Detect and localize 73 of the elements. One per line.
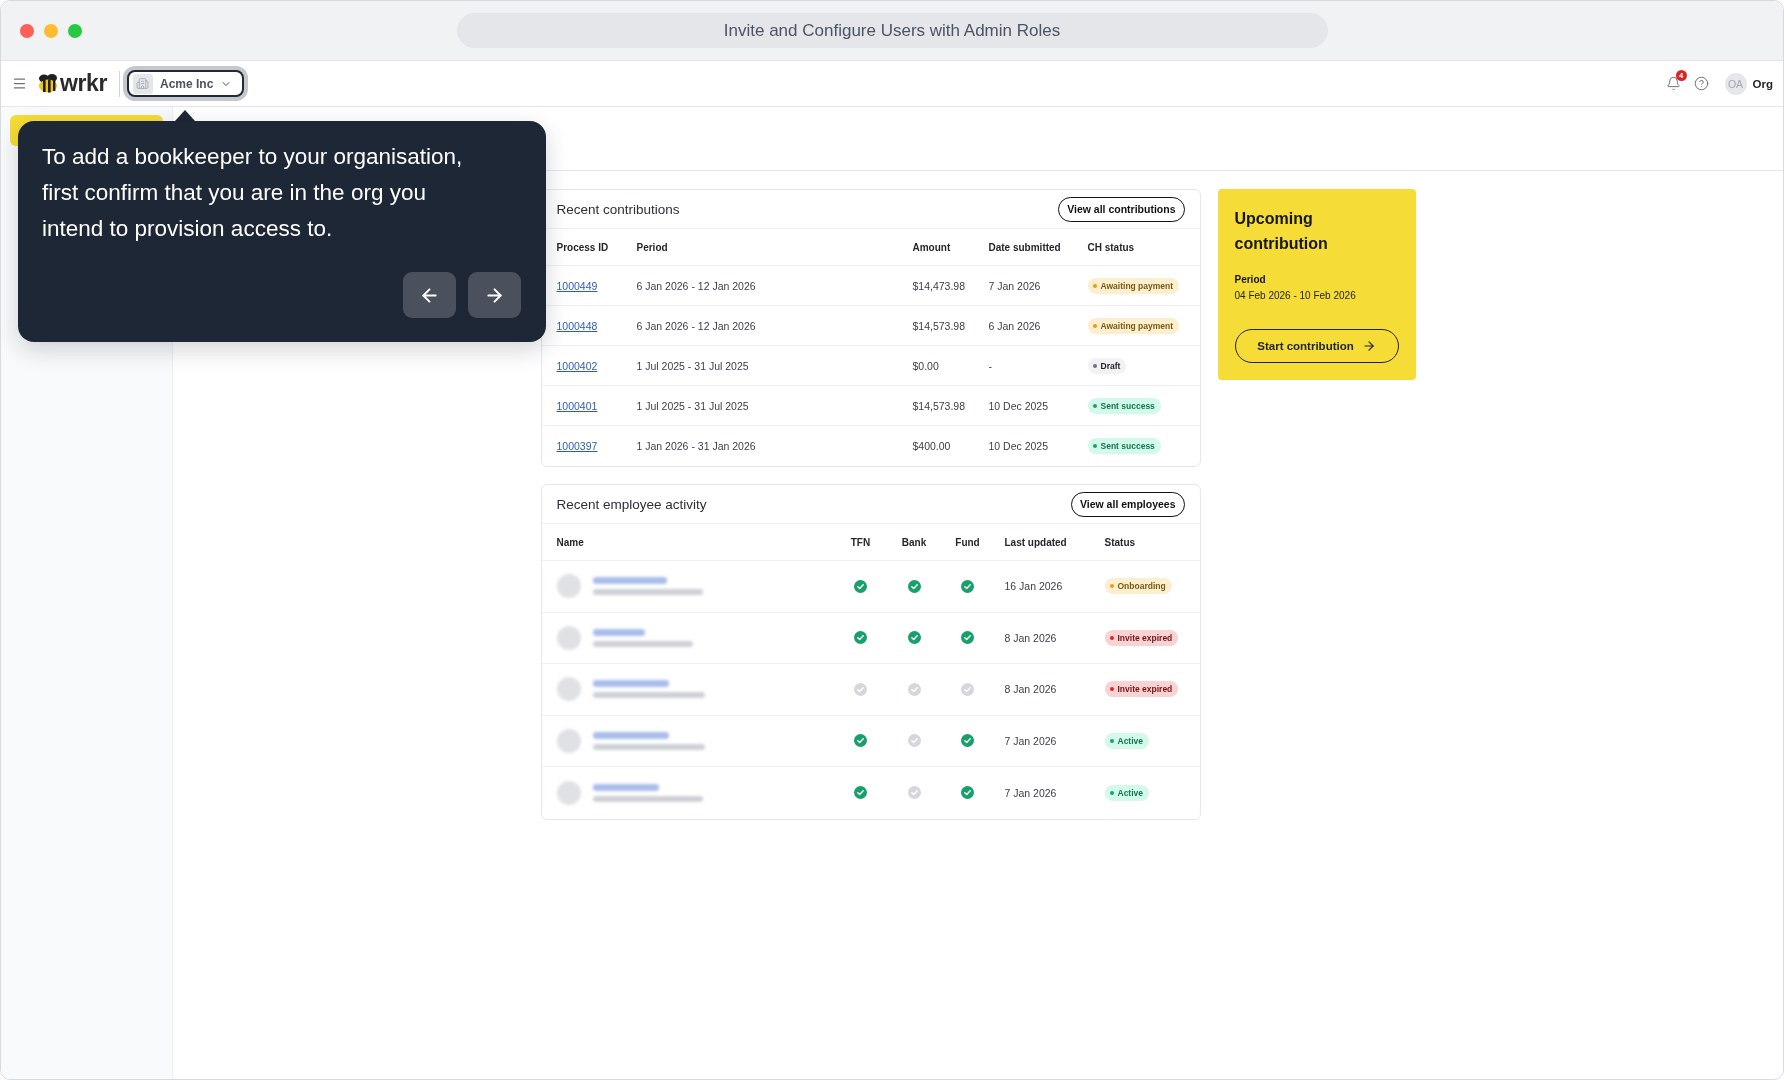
view-all-button[interactable]: View all contributions xyxy=(1058,196,1185,222)
process-id-link[interactable]: 1000449 xyxy=(556,279,598,292)
avatar-placeholder xyxy=(556,677,581,702)
table-cell-text: $14,573.98 xyxy=(912,319,967,332)
table-cell-text: 8 Jan 2026 xyxy=(1003,683,1058,696)
building-icon xyxy=(133,73,153,94)
window-title: Invite and Configure Users with Admin Roles xyxy=(456,13,1328,48)
table-cell-text: 7 Jan 2026 xyxy=(1003,734,1058,747)
table-cell-text: 6 Jan 2026 - 12 Jan 2026 xyxy=(636,279,757,292)
process-id-link[interactable]: 1000402 xyxy=(556,359,598,372)
redacted-name xyxy=(592,783,659,791)
account-label[interactable]: Org xyxy=(1752,77,1773,90)
column-header: Amount xyxy=(912,241,952,253)
table-cell-text: 10 Dec 2025 xyxy=(988,440,1050,452)
table-cell-text: 7 Jan 2026 xyxy=(988,279,1042,292)
status-text: Invite expired xyxy=(1117,684,1173,695)
menu-icon[interactable] xyxy=(12,76,27,91)
brand-name: wrkr xyxy=(60,72,107,95)
status-text: Awaiting payment xyxy=(1100,280,1174,291)
view-all-button[interactable]: View all employees xyxy=(1070,491,1185,517)
table-cell-text: $400.00 xyxy=(912,440,952,452)
close-button[interactable] xyxy=(20,23,34,38)
column-header: Fund xyxy=(955,536,980,548)
avatar-placeholder xyxy=(556,625,581,650)
status-text: Invite expired xyxy=(1117,632,1173,643)
bee-logo-icon xyxy=(37,74,59,93)
arrow-right-icon xyxy=(1361,339,1376,353)
card-title: Recent employee activity xyxy=(556,496,707,512)
table-cell-text: 6 Jan 2026 xyxy=(988,319,1042,332)
bell-icon[interactable] xyxy=(1665,76,1681,91)
status-text: Active xyxy=(1117,735,1143,746)
avatar-placeholder xyxy=(556,780,581,805)
status-text: Sent success xyxy=(1100,441,1155,451)
redacted-name xyxy=(592,628,645,636)
table-cell-text: $0.00 xyxy=(912,359,940,372)
period-value: 04 Feb 2026 - 10 Feb 2026 xyxy=(1234,289,1357,302)
status-text: Sent success xyxy=(1100,400,1155,411)
column-header: Process ID xyxy=(556,241,610,253)
status-text: Draft xyxy=(1100,360,1121,371)
status-text: Awaiting payment xyxy=(1100,320,1174,331)
help-icon[interactable] xyxy=(1693,76,1709,91)
column-header: Bank xyxy=(901,536,927,548)
table-cell-text: $14,473.98 xyxy=(912,279,967,292)
table-cell-text: 8 Jan 2026 xyxy=(1003,631,1058,644)
table-cell-text: 1 Jan 2026 - 31 Jan 2026 xyxy=(636,440,757,452)
tooltip-text: To add a bookkeeper to your organisation, first confirm that you are in the org you intend to provision access to. xyxy=(42,143,464,243)
column-header: Last updated xyxy=(1003,536,1068,548)
table-cell-text: 10 Dec 2025 xyxy=(988,399,1050,412)
table-cell-text: 16 Jan 2026 xyxy=(1003,580,1064,593)
table-cell-text: 1 Jul 2025 - 31 Jul 2025 xyxy=(636,399,750,412)
table-cell-text: - xyxy=(988,359,993,372)
card-title: Upcoming contribution xyxy=(1234,209,1329,254)
process-id-link[interactable]: 1000448 xyxy=(556,319,598,332)
next-button[interactable] xyxy=(468,272,521,318)
back-button[interactable] xyxy=(403,272,456,318)
avatar-placeholder xyxy=(556,574,581,599)
period-label: Period xyxy=(1234,274,1267,286)
status-text: Active xyxy=(1117,787,1143,798)
column-header: Name xyxy=(556,536,585,548)
column-header: TFN xyxy=(850,536,871,548)
table-cell-text: 6 Jan 2026 - 12 Jan 2026 xyxy=(636,319,757,332)
column-header: Period xyxy=(636,241,669,253)
table-cell-text: 7 Jan 2026 xyxy=(1003,786,1058,799)
process-id-link[interactable]: 1000401 xyxy=(556,399,598,412)
card-title: Recent contributions xyxy=(556,201,680,217)
avatar-placeholder xyxy=(556,728,581,753)
process-id-link[interactable]: 1000397 xyxy=(556,440,598,452)
table-cell-text: $14,573.98 xyxy=(912,399,967,412)
column-header: Date submitted xyxy=(988,241,1062,253)
column-header: CH status xyxy=(1087,241,1136,253)
status-text: Onboarding xyxy=(1117,581,1166,592)
column-header: Status xyxy=(1104,536,1137,548)
table-cell-text: 1 Jul 2025 - 31 Jul 2025 xyxy=(636,359,750,372)
